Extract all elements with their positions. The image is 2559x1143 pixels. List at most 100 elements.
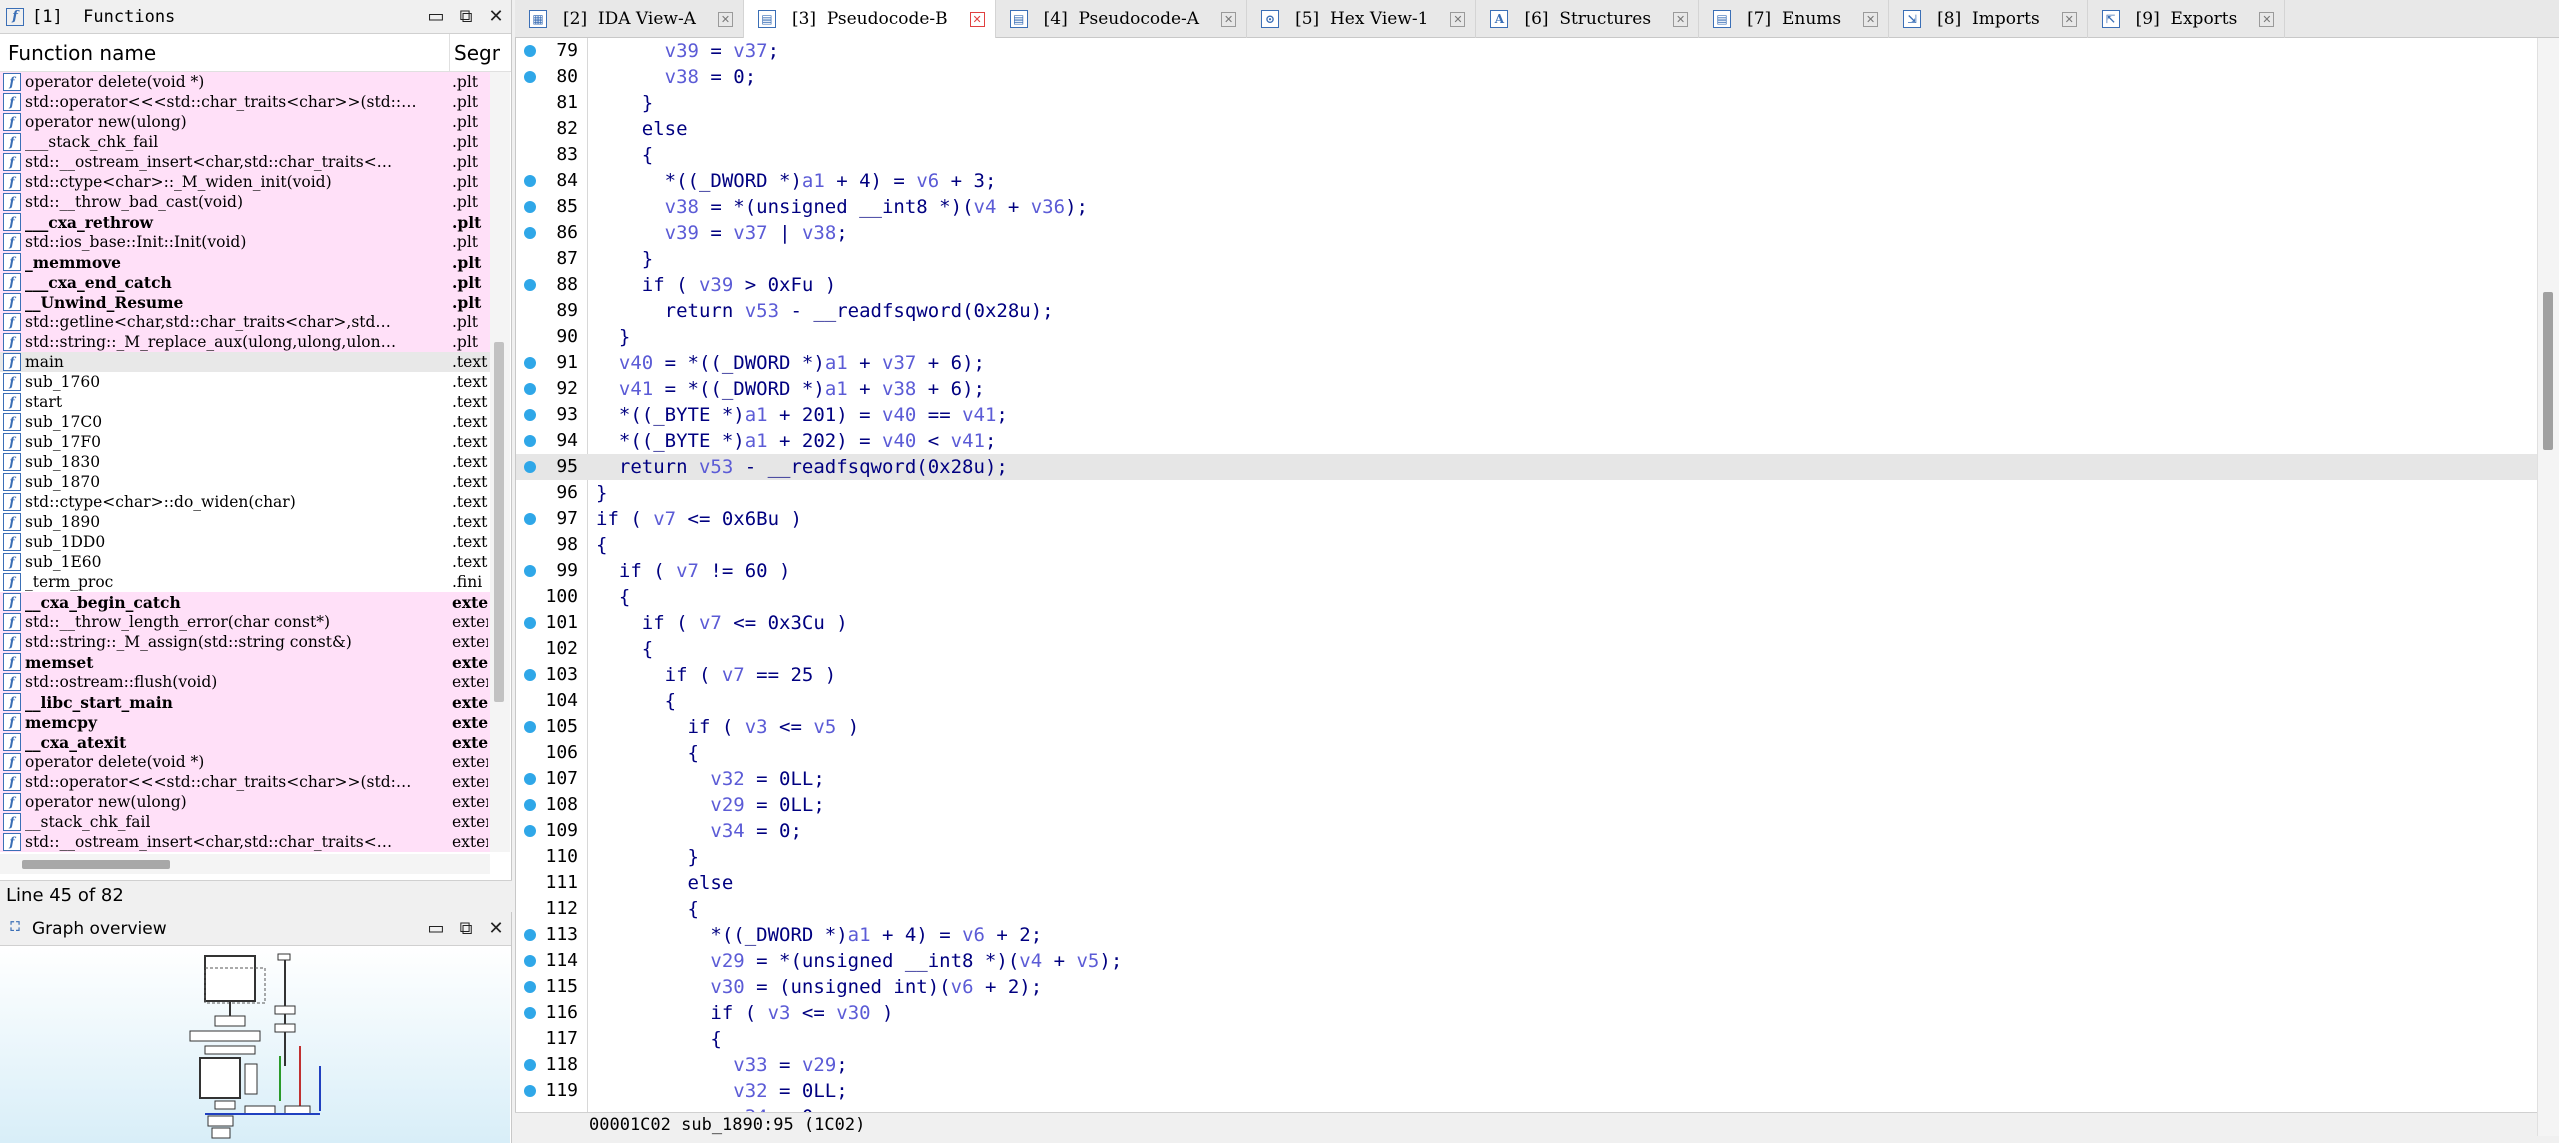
column-segment[interactable]: Segment	[450, 34, 500, 71]
tab-close-icon[interactable]: ✕	[1863, 11, 1879, 27]
graph-overview-canvas[interactable]	[0, 946, 510, 1143]
code-line[interactable]: 87 }	[516, 246, 2537, 272]
code-line[interactable]: 108 v29 = 0LL;	[516, 792, 2537, 818]
function-row[interactable]: f sub_1760 .text	[0, 372, 490, 392]
breakpoint-marker-icon[interactable]	[524, 409, 536, 421]
code-line[interactable]: 79 v39 = v37;	[516, 38, 2537, 64]
code-line[interactable]: 110 }	[516, 844, 2537, 870]
code-line[interactable]: 106 {	[516, 740, 2537, 766]
code-line[interactable]: 107 v32 = 0LL;	[516, 766, 2537, 792]
breakpoint-marker-icon[interactable]	[524, 175, 536, 187]
function-row[interactable]: f ___cxa_end_catch .plt	[0, 272, 490, 292]
function-row[interactable]: f std::operator<<<std::char_traits<char>>…	[0, 92, 490, 112]
function-row[interactable]: f sub_17F0 .text	[0, 432, 490, 452]
float-icon[interactable]: ⧉	[451, 2, 481, 32]
functions-list[interactable]: f operator delete(void *) .plt f std::operat…	[0, 72, 490, 852]
function-row[interactable]: f sub_1890 .text	[0, 512, 490, 532]
function-row[interactable]: f std::string::_M_assign(std::string cons…	[0, 632, 490, 652]
code-line[interactable]: 80 v38 = 0;	[516, 64, 2537, 90]
tab-close-icon[interactable]: ✕	[969, 11, 985, 27]
breakpoint-marker-icon[interactable]	[524, 773, 536, 785]
code-line[interactable]: 119 v32 = 0LL;	[516, 1078, 2537, 1104]
tab-close-icon[interactable]: ✕	[717, 11, 733, 27]
breakpoint-marker-icon[interactable]	[524, 357, 536, 369]
code-line[interactable]: 85 v38 = *(unsigned __int8 *)(v4 + v36);	[516, 194, 2537, 220]
function-row[interactable]: f__stack_chk_fail extern	[0, 812, 490, 832]
function-row[interactable]: f std::__throw_length_error(char const*) e…	[0, 612, 490, 632]
code-line[interactable]: 92 v41 = *((_DWORD *)a1 + v38 + 6);	[516, 376, 2537, 402]
breakpoint-marker-icon[interactable]	[524, 227, 536, 239]
function-row[interactable]: f ___stack_chk_fail .plt	[0, 132, 490, 152]
function-row[interactable]: fmemcpy extern	[0, 712, 490, 732]
code-line[interactable]: 111 else	[516, 870, 2537, 896]
code-line[interactable]: 115 v30 = (unsigned int)(v6 + 2);	[516, 974, 2537, 1000]
code-line[interactable]: 100 {	[516, 584, 2537, 610]
code-line[interactable]: 103 if ( v7 == 25 )	[516, 662, 2537, 688]
code-line[interactable]: v34 = 0;	[516, 1104, 2537, 1112]
function-row[interactable]: f sub_17C0 .text	[0, 412, 490, 432]
breakpoint-marker-icon[interactable]	[524, 1007, 536, 1019]
tab-pseudocode-b[interactable]: ▤ [3] Pseudocode-B ✕	[743, 0, 996, 38]
code-line[interactable]: 94 *((_BYTE *)a1 + 202) = v40 < v41;	[516, 428, 2537, 454]
tab-exports[interactable]: ⇱ [9] Exports ✕	[2088, 0, 2286, 38]
breakpoint-marker-icon[interactable]	[524, 955, 536, 967]
tab-close-icon[interactable]: ✕	[1450, 11, 1466, 27]
close-icon[interactable]: ✕	[481, 2, 511, 32]
breakpoint-marker-icon[interactable]	[524, 669, 536, 681]
scroll-thumb[interactable]	[494, 342, 504, 702]
breakpoint-marker-icon[interactable]	[524, 461, 536, 473]
breakpoint-marker-icon[interactable]	[524, 721, 536, 733]
code-line[interactable]: 109 v34 = 0;	[516, 818, 2537, 844]
float-icon[interactable]: ⧉	[451, 914, 481, 944]
function-row[interactable]: f _term_proc .fini	[0, 572, 490, 592]
code-line[interactable]: 101 if ( v7 <= 0x3Cu )	[516, 610, 2537, 636]
breakpoint-marker-icon[interactable]	[524, 565, 536, 577]
function-row[interactable]: f main .text	[0, 352, 490, 372]
code-line[interactable]: 90 }	[516, 324, 2537, 350]
function-row[interactable]: f __Unwind_Resume .plt	[0, 292, 490, 312]
tab-structures[interactable]: A [6] Structures ✕	[1476, 0, 1700, 38]
function-row[interactable]: f std::__ostream_insert<char,std::char_tr…	[0, 832, 490, 852]
function-row[interactable]: f__cxa_atexit extern	[0, 732, 490, 752]
breakpoint-marker-icon[interactable]	[524, 513, 536, 525]
code-line[interactable]: 91 v40 = *((_DWORD *)a1 + v37 + 6);	[516, 350, 2537, 376]
tab-ida-view-a[interactable]: ▦ [2] IDA View-A ✕	[515, 0, 744, 38]
breakpoint-marker-icon[interactable]	[524, 799, 536, 811]
function-row[interactable]: f start .text	[0, 392, 490, 412]
code-line[interactable]: 113 *((_DWORD *)a1 + 4) = v6 + 2;	[516, 922, 2537, 948]
column-function-name[interactable]: Function name	[0, 34, 450, 71]
tab-enums[interactable]: ▤ [7] Enums ✕	[1699, 0, 1890, 38]
close-icon[interactable]: ✕	[481, 914, 511, 944]
code-line[interactable]: 114 v29 = *(unsigned __int8 *)(v4 + v5);	[516, 948, 2537, 974]
breakpoint-marker-icon[interactable]	[524, 45, 536, 57]
code-line[interactable]: 82 else	[516, 116, 2537, 142]
tab-pseudocode-a[interactable]: ▤ [4] Pseudocode-A ✕	[996, 0, 1248, 38]
function-row[interactable]: f sub_1E60 .text	[0, 552, 490, 572]
function-row[interactable]: f sub_1870 .text	[0, 472, 490, 492]
function-row[interactable]: f std::getline<char,std::char_traits<char…	[0, 312, 490, 332]
breakpoint-marker-icon[interactable]	[524, 1059, 536, 1071]
scroll-thumb[interactable]	[2543, 292, 2553, 450]
code-line[interactable]: 88 if ( v39 > 0xFu )	[516, 272, 2537, 298]
tab-close-icon[interactable]: ✕	[1673, 11, 1689, 27]
code-line[interactable]: 117 {	[516, 1026, 2537, 1052]
breakpoint-marker-icon[interactable]	[524, 71, 536, 83]
function-row[interactable]: foperator new(ulong) extern	[0, 792, 490, 812]
function-row[interactable]: f std::ios_base::Init::Init(void) .plt	[0, 232, 490, 252]
tab-hex-view-1[interactable]: ⊙ [5] Hex View-1 ✕	[1247, 0, 1477, 38]
functions-horizontal-scrollbar[interactable]	[0, 854, 490, 874]
function-row[interactable]: fstd::ostream::flush(void) extern	[0, 672, 490, 692]
breakpoint-marker-icon[interactable]	[524, 617, 536, 629]
function-row[interactable]: f std::__throw_bad_cast(void) .plt	[0, 192, 490, 212]
function-row[interactable]: foperator delete(void *) extern	[0, 752, 490, 772]
breakpoint-marker-icon[interactable]	[524, 279, 536, 291]
code-line[interactable]: 81 }	[516, 90, 2537, 116]
breakpoint-marker-icon[interactable]	[524, 825, 536, 837]
code-line[interactable]: 112 {	[516, 896, 2537, 922]
function-row[interactable]: f operator delete(void *) .plt	[0, 72, 490, 92]
pseudocode-vertical-scrollbar[interactable]	[2537, 38, 2559, 1136]
breakpoint-marker-icon[interactable]	[524, 1085, 536, 1097]
code-line[interactable]: 102 {	[516, 636, 2537, 662]
function-row[interactable]: f__libc_start_main extern	[0, 692, 490, 712]
function-row[interactable]: f std::string::_M_replace_aux(ulong,ulong…	[0, 332, 490, 352]
